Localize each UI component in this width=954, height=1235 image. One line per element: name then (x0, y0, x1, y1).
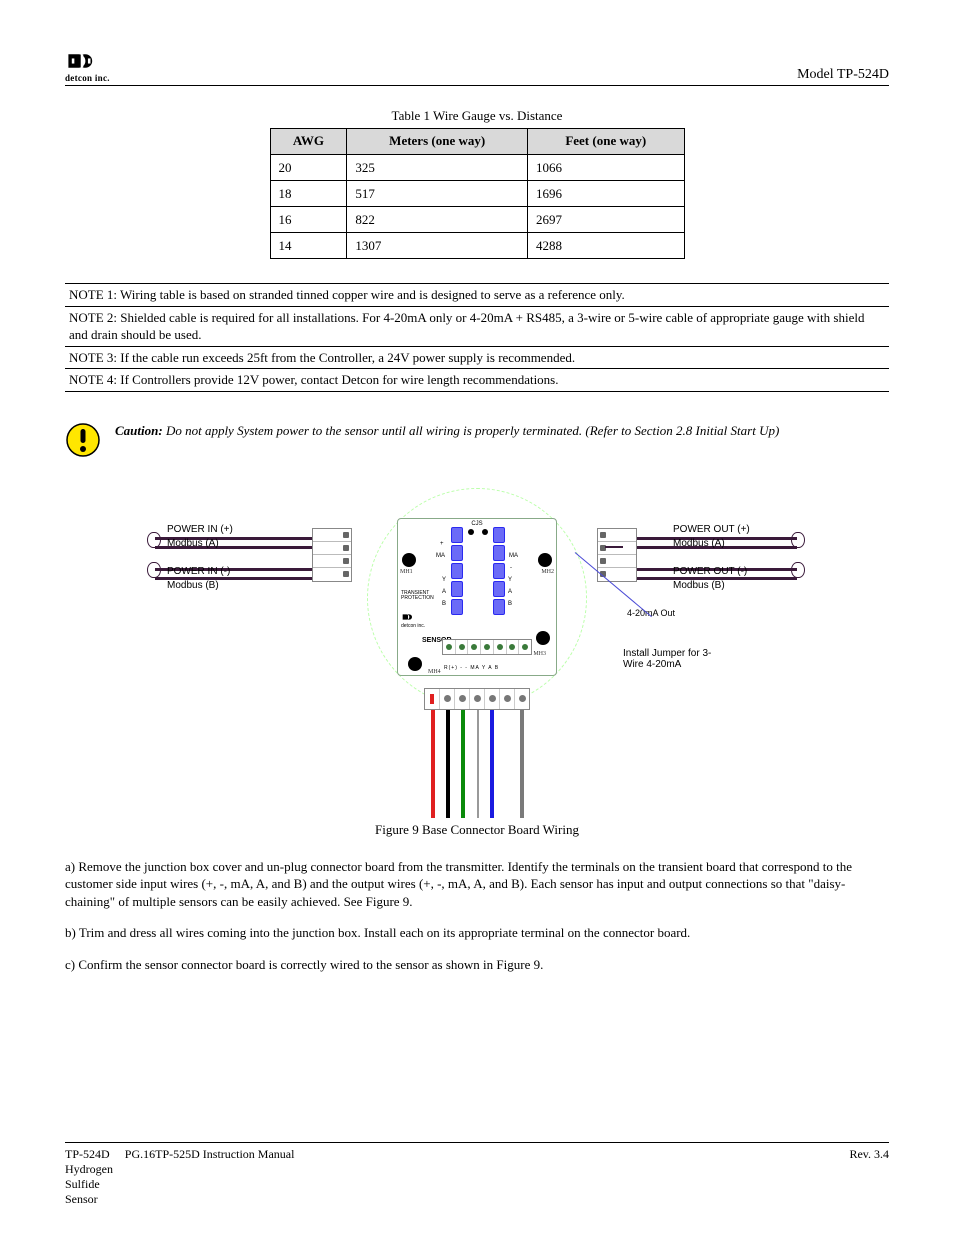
table-row: 203251066 (270, 155, 684, 181)
label-modbus-a-left: Modbus (A) (167, 538, 219, 549)
table-cell: 517 (347, 181, 528, 207)
mh2-label: MH2 (541, 569, 554, 575)
label-modbus-b-right: Modbus (B) (673, 580, 725, 591)
label-power-in-minus: POWER IN (-) (167, 566, 230, 577)
pcb-minus-r: - (510, 565, 512, 571)
jumper-array (453, 527, 503, 623)
wire-gray (520, 710, 524, 818)
pcb-b-l: B (442, 601, 446, 607)
sensor-pin-labels: R(+) - - MA Y A B (444, 665, 499, 671)
table-row: 185171696 (270, 181, 684, 207)
note-2: NOTE 2: Shielded cable is required for a… (65, 307, 889, 346)
left-terminal-block (312, 528, 352, 582)
table-cell: 1307 (347, 233, 528, 259)
note-1: NOTE 1: Wiring table is based on strande… (65, 284, 889, 306)
col-meters: Meters (one way) (347, 129, 528, 155)
table-cell: 18 (270, 181, 347, 207)
pcb-a-r: A (508, 589, 512, 595)
table-row: 1413074288 (270, 233, 684, 259)
caution-body: Do not apply System power to the sensor … (166, 423, 779, 438)
table-cell: 1066 (528, 155, 684, 181)
footer-right: TP-525D Instruction Manual (155, 1147, 889, 1207)
para-c: c) Confirm the sensor connector board is… (65, 956, 889, 974)
pcb-plus: + (440, 541, 444, 547)
pcb-brand: detcon inc. (401, 613, 425, 629)
label-power-out-minus: POWER OUT (-) (673, 566, 747, 577)
pcb-brand-text: detcon inc. (401, 623, 425, 629)
connector-board-figure: POWER IN (+) Modbus (A) POWER IN (-) Mod… (65, 488, 889, 818)
caution-block: Caution: Do not apply System power to th… (65, 422, 889, 458)
pcb-y-r: Y (508, 577, 512, 583)
detcon-logo-icon (65, 50, 99, 72)
table-cell: 325 (347, 155, 528, 181)
brand-name: detcon inc. (65, 73, 110, 83)
brand-logo: detcon inc. (65, 50, 110, 83)
right-terminal-block (597, 528, 637, 582)
ma-wire-right (605, 546, 623, 548)
page-footer: TP-524D Hydrogen Sulfide Sensor PG.16 TP… (65, 1142, 889, 1207)
caution-icon (65, 422, 101, 458)
caution-text: Caution: Do not apply System power to th… (115, 422, 889, 440)
table-cell: 4288 (528, 233, 684, 259)
bottom-connector (424, 688, 530, 710)
pcb-y-l: Y (442, 577, 446, 583)
table-cell: 16 (270, 207, 347, 233)
pcb-ma-r: MA (509, 553, 518, 559)
model-label: Model TP-524D (797, 67, 889, 83)
wire-black (446, 710, 450, 818)
label-modbus-b-left: Modbus (B) (167, 580, 219, 591)
footer-left: TP-524D Hydrogen Sulfide Sensor (65, 1147, 125, 1207)
col-feet: Feet (one way) (528, 129, 684, 155)
label-power-in-plus: POWER IN (+) (167, 524, 233, 535)
page-header: detcon inc. Model TP-524D (65, 50, 889, 83)
header-rule (65, 85, 889, 86)
mh4-label: MH4 (428, 669, 441, 675)
figure-caption: Figure 9 Base Connector Board Wiring (65, 822, 889, 838)
table-row: 168222697 (270, 207, 684, 233)
wire-white (477, 710, 479, 818)
para-a: a) Remove the junction box cover and un-… (65, 858, 889, 911)
caution-label: Caution: (115, 423, 166, 438)
callout-jumper: Install Jumper for 3-Wire 4-20mA (623, 648, 723, 670)
label-power-out-plus: POWER OUT (+) (673, 524, 750, 535)
note-4: NOTE 4: If Controllers provide 12V power… (65, 369, 889, 391)
wire-gauge-table: AWG Meters (one way) Feet (one way) 2032… (270, 128, 685, 259)
rule (65, 391, 889, 392)
pcb-board: CJS MH1 MH2 MH3 MH4 + MA MA - Y Y A A B … (397, 518, 557, 676)
pcb-b-r: B (508, 601, 512, 607)
table-cell: 20 (270, 155, 347, 181)
wire-red (431, 710, 435, 818)
pcb-ma-l: MA (436, 553, 445, 559)
mh1-label: MH1 (400, 569, 413, 575)
wire-blue (490, 710, 494, 818)
mh3-label: MH3 (533, 651, 546, 657)
label-modbus-a-right: Modbus (A) (673, 538, 725, 549)
sensor-terminal-strip (442, 639, 532, 655)
para-b: b) Trim and dress all wires coming into … (65, 924, 889, 942)
note-3: NOTE 3: If the cable run exceeds 25ft fr… (65, 347, 889, 369)
footer-center: PG.16 (125, 1147, 155, 1207)
notes-block: NOTE 1: Wiring table is based on strande… (65, 283, 889, 392)
table-cell: 1696 (528, 181, 684, 207)
pcb-a-l: A (442, 589, 446, 595)
wire-green (461, 710, 465, 818)
body-text: a) Remove the junction box cover and un-… (65, 858, 889, 974)
col-awg: AWG (270, 129, 347, 155)
table-cell: 2697 (528, 207, 684, 233)
transient-label: TRANSIENT PROTECTION (401, 591, 441, 601)
table-title: Table 1 Wire Gauge vs. Distance (65, 108, 889, 124)
table-cell: 14 (270, 233, 347, 259)
table-cell: 822 (347, 207, 528, 233)
